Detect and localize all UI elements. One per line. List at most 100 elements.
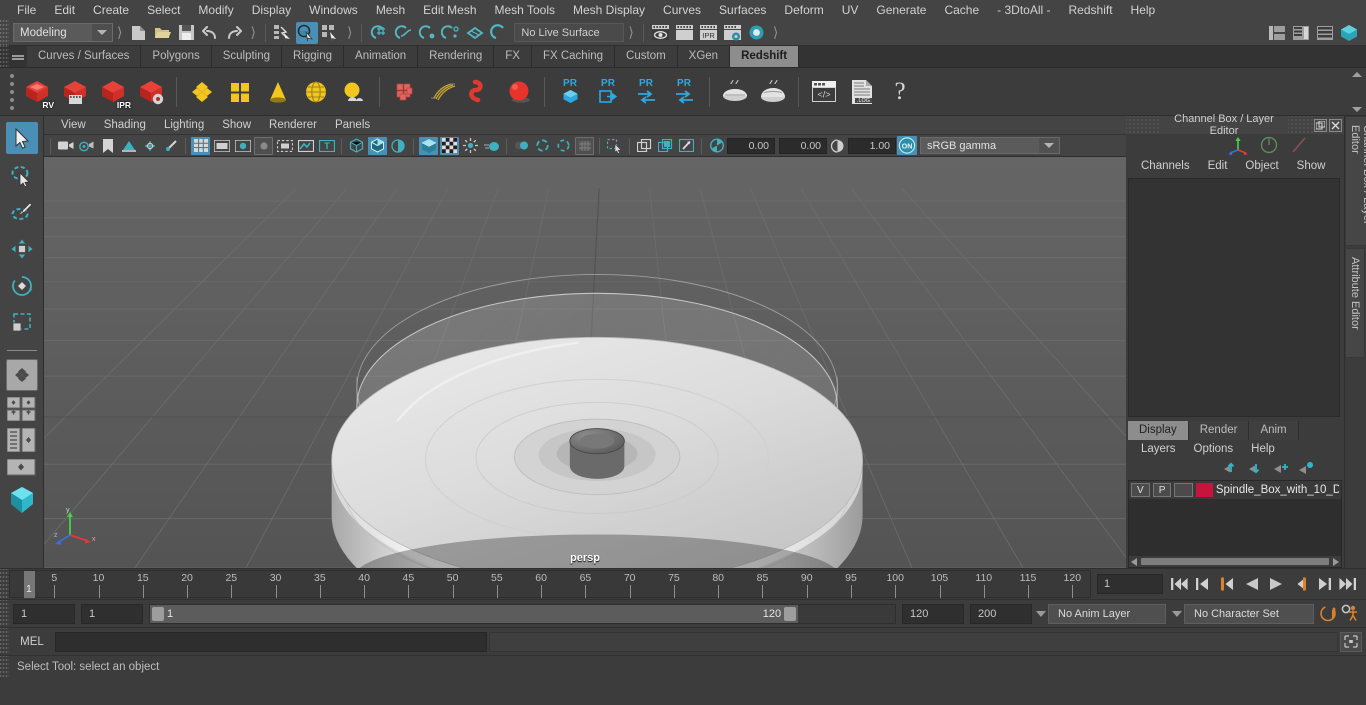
smooth-shaded-textured-icon[interactable] (389, 137, 408, 155)
shelf-button-redshift-pr-mesh[interactable]: PR (552, 74, 588, 110)
go-to-start-button[interactable] (1169, 574, 1190, 594)
layer-tab-display[interactable]: Display (1128, 421, 1189, 440)
new-layer-icon[interactable] (1273, 461, 1289, 475)
menu-deform[interactable]: Deform (775, 1, 832, 20)
undo-icon[interactable] (199, 22, 221, 44)
script-editor-icon[interactable] (1340, 631, 1362, 652)
exposure-field[interactable]: 0.00 (727, 137, 775, 154)
move-tool-button[interactable] (6, 233, 38, 265)
layer-tab-render[interactable]: Render (1188, 421, 1250, 440)
layout-outliner-persp-button[interactable] (6, 427, 38, 453)
shelf-button-redshift-ipr[interactable]: IPR (95, 74, 131, 110)
paint-select-tool-button[interactable] (6, 196, 38, 228)
layer-menu-help[interactable]: Help (1242, 443, 1284, 455)
shadow-icon[interactable] (161, 137, 180, 155)
shelf-button-redshift-proxy[interactable] (184, 74, 220, 110)
menu-file[interactable]: File (8, 1, 45, 20)
menu-cache[interactable]: Cache (935, 1, 988, 20)
tab-channel-box-layer-editor[interactable]: Channel Box / Layer Editor (1345, 116, 1366, 246)
show-hide-modeling-toolkit-icon[interactable] (1266, 22, 1288, 44)
menu-create[interactable]: Create (84, 1, 138, 20)
shelf-tab-fx-caching[interactable]: FX Caching (531, 46, 616, 67)
show-hide-toolbox-icon[interactable] (1338, 22, 1360, 44)
shelf-button-redshift-help[interactable]: ? (882, 74, 918, 110)
grid-toggle-icon[interactable] (191, 136, 210, 155)
shelf-tab-custom[interactable]: Custom (615, 46, 678, 67)
shelf-button-redshift-pr-toggle[interactable]: PR (666, 74, 702, 110)
panel-grip[interactable] (1288, 116, 1314, 134)
isolate-select-icon[interactable] (575, 136, 594, 155)
snap-to-view-plane-icon[interactable] (464, 22, 486, 44)
menu-mesh-display[interactable]: Mesh Display (564, 1, 654, 20)
select-by-hierarchy-icon[interactable] (272, 22, 294, 44)
menu-modify[interactable]: Modify (189, 1, 242, 20)
film-gate-icon[interactable] (212, 137, 231, 155)
save-scene-icon[interactable] (175, 22, 197, 44)
snap-to-point-icon[interactable] (416, 22, 438, 44)
camera-icon[interactable] (56, 137, 75, 155)
time-slider-grip[interactable] (0, 569, 9, 599)
shelf-tab-menu-icon[interactable] (9, 45, 27, 67)
layout-four-pane-button[interactable] (6, 396, 38, 422)
menu-windows[interactable]: Windows (300, 1, 367, 20)
xray-icon[interactable] (275, 137, 294, 155)
shelf-button-redshift-render-sequence[interactable] (57, 74, 93, 110)
new-layer-from-selected-icon[interactable] (1298, 461, 1314, 475)
snap-to-grid-icon[interactable] (368, 22, 390, 44)
snapshot-icon[interactable] (677, 137, 696, 155)
menu-uv[interactable]: UV (833, 1, 868, 20)
shelf-tab-redshift[interactable]: Redshift (730, 46, 800, 67)
color-space-selector[interactable]: sRGB gamma (920, 137, 1060, 154)
render-view-icon[interactable] (650, 22, 672, 44)
shelf-button-redshift-bake-2[interactable] (755, 74, 791, 110)
shelf-button-redshift-pr-export[interactable]: PR (590, 74, 626, 110)
current-time-indicator[interactable]: 1 (24, 571, 35, 598)
gate-mask-icon[interactable] (254, 136, 273, 155)
menu-select[interactable]: Select (138, 1, 189, 20)
channel-box-content[interactable] (1128, 178, 1340, 417)
multisample-icon[interactable] (512, 137, 531, 155)
shelf-button-redshift-log[interactable]: .LOG (844, 74, 880, 110)
move-layer-down-icon[interactable] (1248, 461, 1264, 475)
rotate-tool-button[interactable] (6, 270, 38, 302)
layer-menu-options[interactable]: Options (1185, 443, 1243, 455)
shelf-scroll-arrows[interactable] (1350, 72, 1364, 112)
range-bar[interactable]: 1 120 (150, 604, 799, 623)
step-forward-frame-button[interactable] (1289, 574, 1310, 594)
command-line-grip[interactable] (0, 628, 9, 655)
redo-icon[interactable] (223, 22, 245, 44)
layout-persp-graph-button[interactable] (6, 458, 38, 478)
channelbox-menu-object[interactable]: Object (1236, 160, 1287, 172)
menu-edit-mesh[interactable]: Edit Mesh (414, 1, 485, 20)
make-live-icon[interactable] (488, 22, 510, 44)
camera-attributes-icon[interactable] (77, 137, 96, 155)
shelf-row-grip[interactable] (6, 68, 18, 116)
select-by-component-icon[interactable] (320, 22, 342, 44)
channelbox-menu-channels[interactable]: Channels (1132, 160, 1199, 172)
shelf-button-redshift-cone-light[interactable] (260, 74, 296, 110)
menu-display[interactable]: Display (243, 1, 300, 20)
layer-state-toggle[interactable] (1174, 483, 1194, 497)
channelbox-menu-show[interactable]: Show (1288, 160, 1335, 172)
range-end-handle[interactable] (784, 606, 797, 621)
layer-list-scrollbar[interactable] (1129, 556, 1341, 567)
step-forward-keyframe-button[interactable] (1313, 574, 1334, 594)
snap-to-curve-icon[interactable] (392, 22, 414, 44)
status-line-grip[interactable] (0, 20, 9, 45)
anim-layer-field[interactable]: No Anim Layer (1048, 603, 1166, 624)
layer-list[interactable]: V P Spindle_Box_with_10_D (1128, 480, 1342, 568)
show-hide-attribute-editor-icon[interactable] (1290, 22, 1312, 44)
auto-keyframe-button[interactable] (1318, 604, 1339, 624)
tab-attribute-editor[interactable]: Attribute Editor (1345, 248, 1365, 358)
shelf-button-redshift-sun-sky[interactable] (336, 74, 372, 110)
menu-mesh-tools[interactable]: Mesh Tools (486, 1, 564, 20)
two-sided-lighting-icon[interactable] (140, 137, 159, 155)
range-bar-track[interactable]: 1 120 (149, 603, 896, 624)
animation-preferences-button[interactable] (1339, 604, 1360, 624)
animation-end-field[interactable]: 200 (970, 603, 1032, 624)
shelf-button-redshift-pr-swap[interactable]: PR (628, 74, 664, 110)
select-tool-button[interactable] (5, 122, 38, 154)
move-layer-up-icon[interactable] (1223, 461, 1239, 475)
select-by-object-icon[interactable] (295, 21, 318, 44)
shelf-button-redshift-matte[interactable] (222, 74, 258, 110)
